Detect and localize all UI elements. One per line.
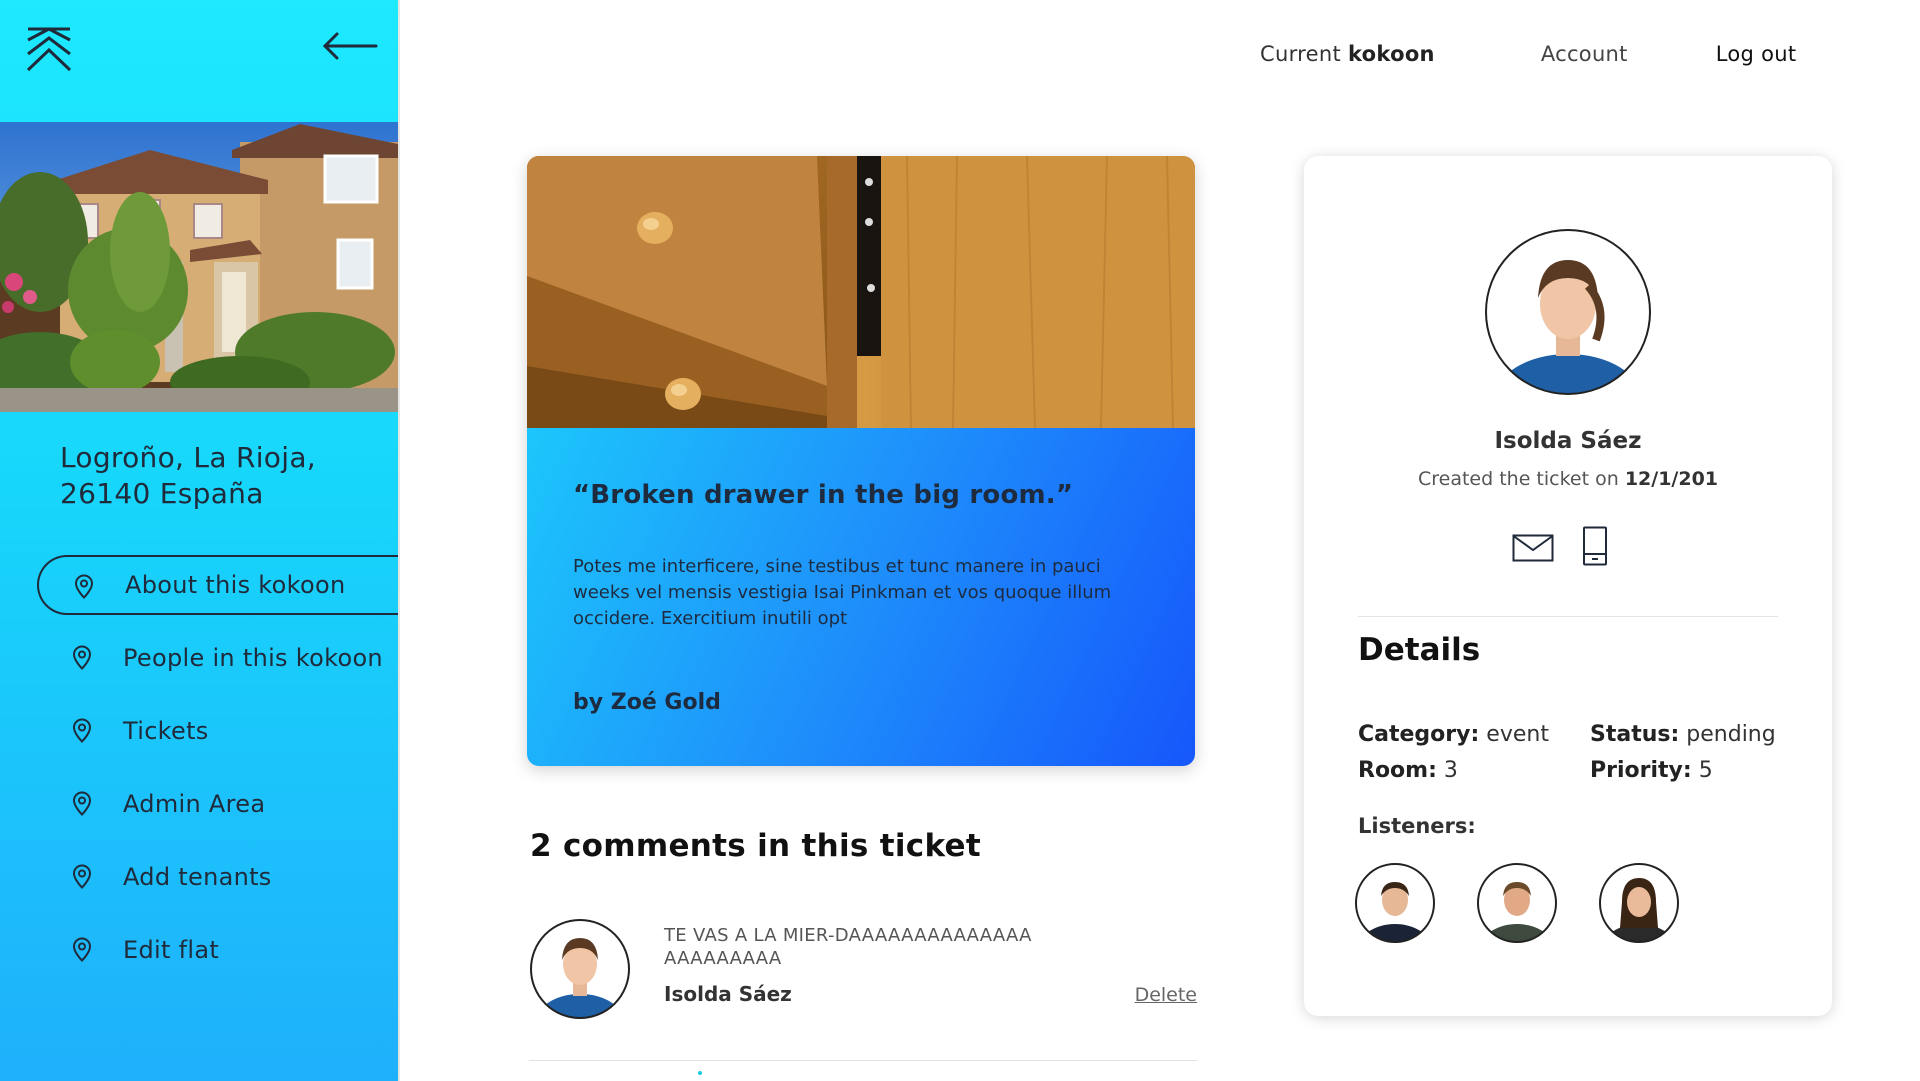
arrow-left-icon[interactable] [322,28,378,64]
ticket-description: Potes me interficere, sine testibus et t… [573,556,1112,629]
map-pin-icon [72,718,92,743]
map-pin-icon [72,645,92,670]
detail-priority: Priority: 5 [1590,758,1713,783]
ticket-body: “Broken drawer in the big room.” Potes m… [527,428,1195,766]
category-label: Category: [1358,722,1480,747]
room-label: Room: [1358,758,1437,783]
current-kokoon-prefix: Current [1260,42,1341,66]
room-value: 3 [1443,758,1458,783]
detail-status: Status: pending [1590,722,1776,747]
comment-item: TE VAS A LA MIER-DAAAAAAAAAAAAAAAAAAAAAA… [529,918,1197,1058]
created-prefix: Created the ticket on [1417,468,1619,490]
delete-comment-link[interactable]: Delete [1135,984,1197,1006]
kokoon-logo-icon[interactable] [26,26,72,72]
comment-text: TE VAS A LA MIER-DAAAAAAAAAAAAAAAAAAAAAA… [664,925,1032,969]
details-divider [1358,616,1778,617]
priority-value: 5 [1698,758,1713,783]
ticket-created-info: Created the ticket on 12/1/201 [1304,468,1832,490]
status-label: Status: [1590,722,1680,747]
sidebar-item-label: Add tenants [123,863,272,891]
ticket-title: “Broken drawer in the big room.” [573,480,1074,510]
category-value: event [1486,722,1549,747]
account-link[interactable]: Account [1541,42,1628,66]
ticket-info-card: Isolda Sáez Created the ticket on 12/1/2… [1304,156,1832,1016]
creator-avatar[interactable] [1484,228,1652,396]
sidebar-item-label: Admin Area [123,790,266,818]
listeners-heading: Listeners: [1358,814,1476,838]
sidebar-item-label: About this kokoon [125,571,346,599]
sidebar-item-tickets[interactable]: Tickets [0,701,398,761]
priority-label: Priority: [1590,758,1692,783]
detail-category: Category: event [1358,722,1549,747]
ticket-photo [527,156,1195,428]
sidebar-nav: About this kokoon People in this kokoon … [0,555,398,993]
top-nav: Current kokoon Account Log out [1260,38,1796,70]
map-pin-icon [74,574,94,599]
comment-author: Isolda Sáez [664,982,792,1006]
current-kokoon-link[interactable]: Current kokoon [1260,42,1435,66]
sidebar-item-admin-area[interactable]: Admin Area [0,774,398,834]
map-pin-icon [72,937,92,962]
map-pin-icon [72,864,92,889]
sidebar-item-about[interactable]: About this kokoon [37,555,398,615]
sidebar-item-edit-flat[interactable]: Edit flat [0,920,398,980]
address-line-2: 26140 España [60,477,264,510]
map-pin-icon [72,791,92,816]
scroll-indicator [698,1071,702,1075]
detail-room: Room: 3 [1358,758,1458,783]
listener-avatar[interactable] [1598,862,1680,944]
listener-avatar[interactable] [1476,862,1558,944]
sidebar-item-label: Edit flat [123,936,220,964]
comments-heading: 2 comments in this ticket [530,828,981,864]
kokoon-address: Logroño, La Rioja, 26140 España [60,440,380,512]
sidebar: Logroño, La Rioja, 26140 España About th… [0,0,400,1081]
current-kokoon-name: kokoon [1347,42,1435,66]
creator-name: Isolda Sáez [1494,428,1642,454]
sidebar-item-label: Tickets [123,717,209,745]
address-line-1: Logroño, La Rioja, [60,441,316,474]
comments-divider [529,1060,1197,1061]
kokoon-house-photo [0,122,398,412]
logout-link[interactable]: Log out [1716,42,1797,66]
commenter-avatar[interactable] [529,918,631,1020]
created-date: 12/1/201 [1624,468,1719,490]
ticket-author: by Zoé Gold [573,690,721,715]
sidebar-item-label: People in this kokoon [123,644,383,672]
mail-icon[interactable] [1512,534,1554,562]
phone-icon[interactable] [1582,526,1608,566]
details-heading: Details [1358,632,1481,668]
listener-avatar[interactable] [1354,862,1436,944]
contact-icons [1512,526,1624,566]
sidebar-item-add-tenants[interactable]: Add tenants [0,847,398,907]
status-value: pending [1686,722,1776,747]
ticket-card: “Broken drawer in the big room.” Potes m… [527,156,1195,766]
sidebar-item-people[interactable]: People in this kokoon [0,628,398,688]
